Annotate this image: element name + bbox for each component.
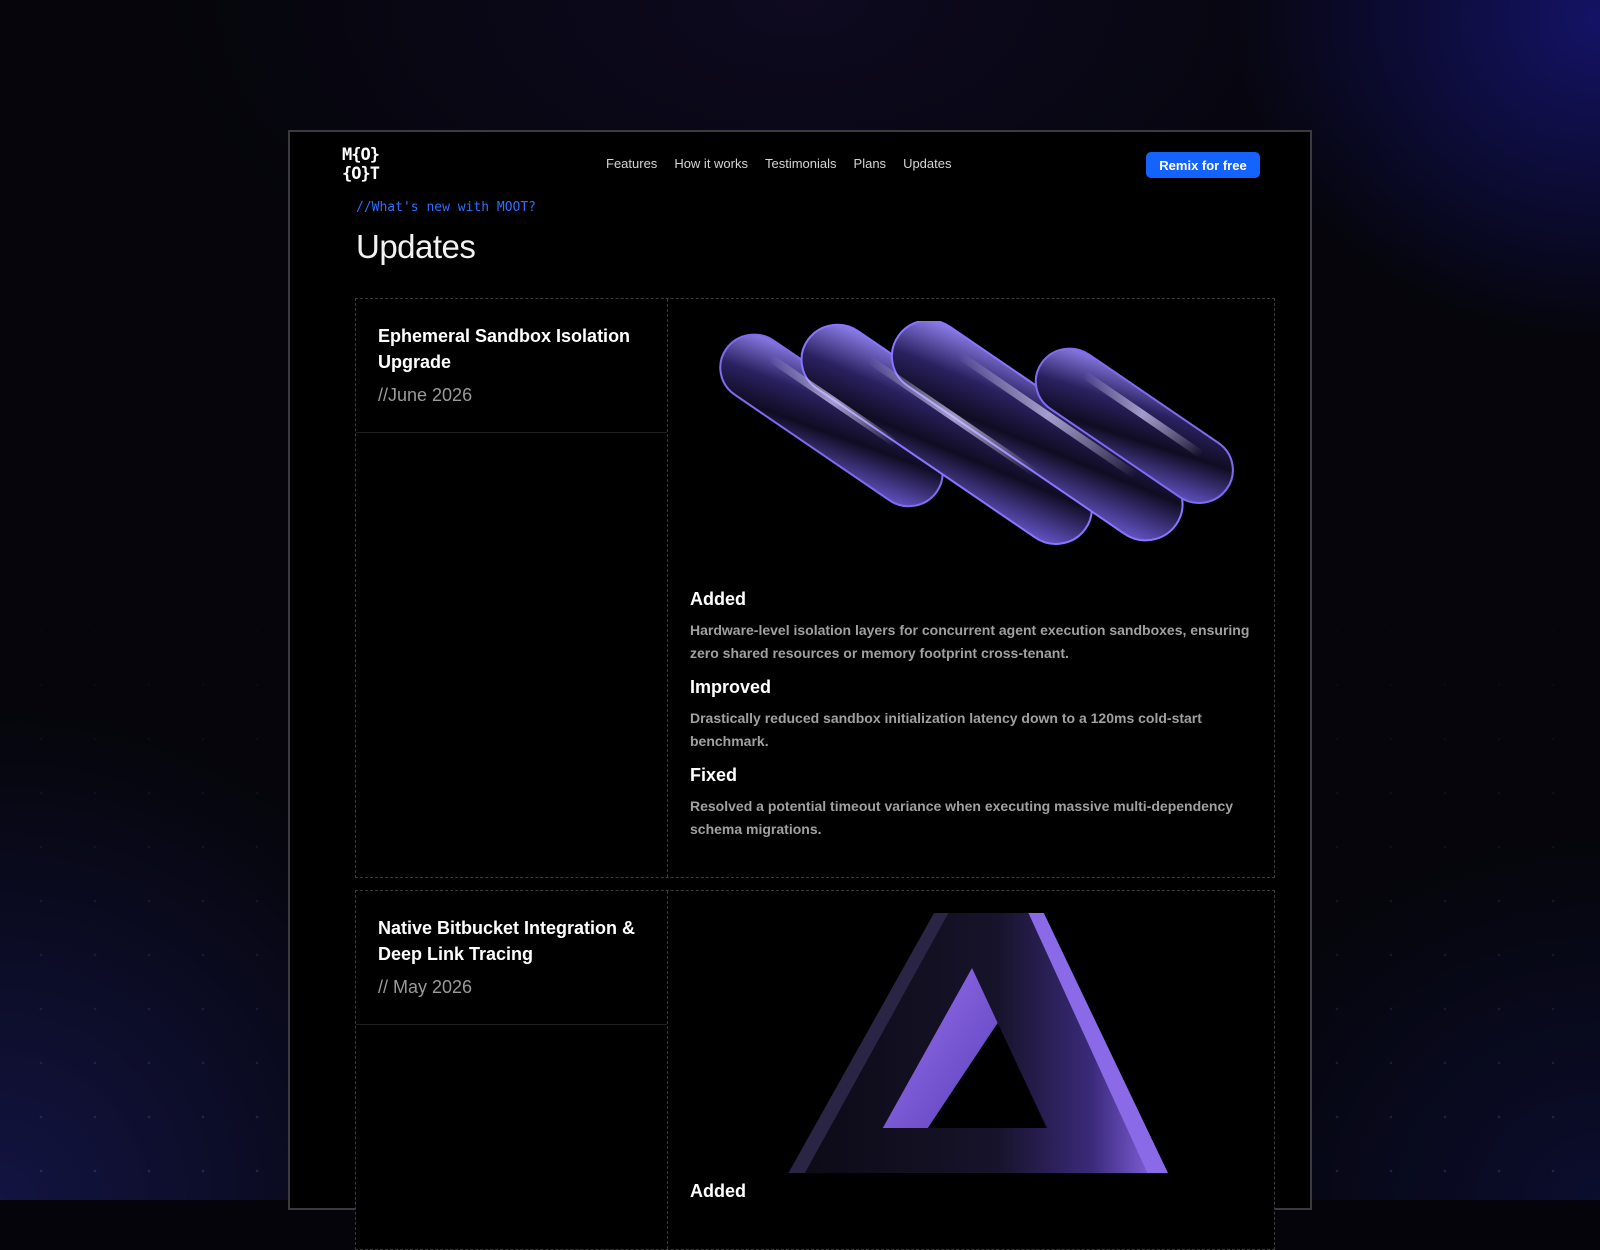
page-title: Updates bbox=[356, 228, 476, 265]
nav-item-features[interactable]: Features bbox=[606, 156, 657, 171]
update-card-sidebar: Native Bitbucket Integration & Deep Link… bbox=[356, 891, 668, 1249]
update-card-sidebar: Ephemeral Sandbox Isolation Upgrade //Ju… bbox=[356, 299, 668, 877]
update-card: Ephemeral Sandbox Isolation Upgrade //Ju… bbox=[355, 298, 1275, 878]
update-card-header: Ephemeral Sandbox Isolation Upgrade //Ju… bbox=[356, 299, 667, 433]
nav-item-how-it-works[interactable]: How it works bbox=[674, 156, 748, 171]
change-description: Resolved a potential timeout variance wh… bbox=[690, 798, 1234, 837]
update-date: //June 2026 bbox=[378, 385, 473, 405]
changelog-list: Added bbox=[690, 1179, 1252, 1203]
change-type-fixed: Fixed bbox=[690, 765, 738, 785]
nav-item-updates[interactable]: Updates bbox=[903, 156, 951, 171]
change-description: Hardware-level isolation layers for conc… bbox=[690, 622, 1250, 661]
glass-coil-illustration bbox=[690, 321, 1252, 581]
moot-logo-icon[interactable]: M{O} {O}T bbox=[342, 146, 390, 186]
change-type-added: Added bbox=[690, 589, 746, 609]
update-card: Native Bitbucket Integration & Deep Link… bbox=[355, 890, 1275, 1250]
update-card-header: Native Bitbucket Integration & Deep Link… bbox=[356, 891, 667, 1025]
changelog-list: Added Hardware-level isolation layers fo… bbox=[690, 587, 1252, 851]
update-card-body: Added Hardware-level isolation layers fo… bbox=[668, 299, 1274, 877]
update-date: // May 2026 bbox=[378, 977, 473, 997]
logo-line-2: {O}T bbox=[342, 164, 380, 184]
main-nav: Features How it works Testimonials Plans… bbox=[606, 156, 951, 171]
logo-line-1: M{O} bbox=[342, 145, 380, 165]
remix-for-free-button[interactable]: Remix for free bbox=[1146, 152, 1260, 178]
nav-item-testimonials[interactable]: Testimonials bbox=[765, 156, 837, 171]
section-eyebrow: //What's new with MOOT? bbox=[356, 200, 537, 215]
update-title: Native Bitbucket Integration & Deep Link… bbox=[378, 918, 636, 964]
update-title: Ephemeral Sandbox Isolation Upgrade bbox=[378, 326, 631, 372]
change-type-added: Added bbox=[690, 1181, 746, 1201]
nav-item-plans[interactable]: Plans bbox=[854, 156, 887, 171]
update-card-body: Added bbox=[668, 891, 1274, 1249]
glass-triangle-illustration bbox=[690, 913, 1252, 1173]
change-description: Drastically reduced sandbox initializati… bbox=[690, 710, 1202, 749]
change-type-improved: Improved bbox=[690, 677, 772, 697]
browser-frame: M{O} {O}T Features How it works Testimon… bbox=[288, 130, 1312, 1250]
